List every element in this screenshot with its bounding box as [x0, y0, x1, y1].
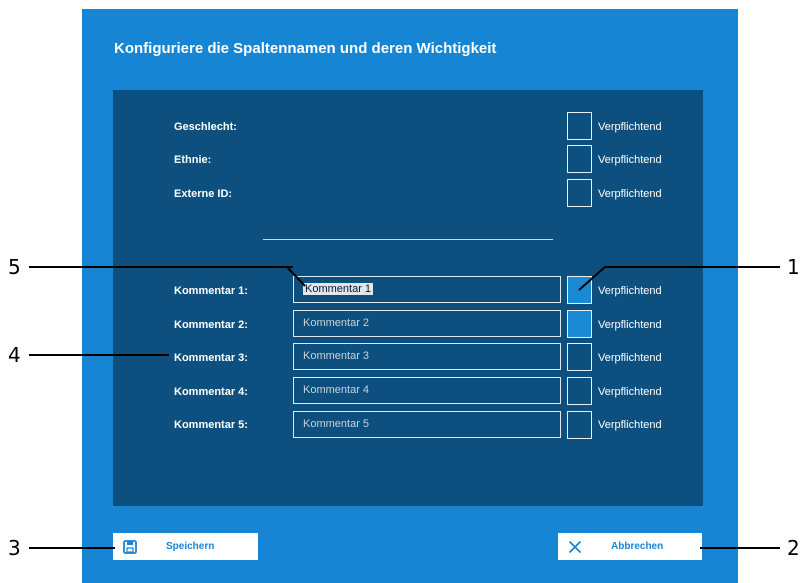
callout-line-5-diagonal: [286, 266, 306, 287]
checkbox-label-geschlecht: Verpflichtend: [598, 121, 662, 133]
dialog-title: Konfiguriere die Spaltennamen und deren …: [114, 40, 497, 57]
checkbox-label-kommentar-5: Verpflichtend: [598, 419, 662, 431]
callout-line-2: [700, 547, 780, 549]
checkbox-label-kommentar-4: Verpflichtend: [598, 386, 662, 398]
label-kommentar-4: Kommentar 4:: [174, 386, 248, 398]
label-ethnie: Ethnie:: [174, 154, 212, 166]
callout-2: 2: [787, 536, 800, 560]
section-divider: [263, 239, 553, 240]
checkbox-kommentar-5[interactable]: [567, 411, 592, 439]
checkbox-label-kommentar-1: Verpflichtend: [598, 285, 662, 297]
callout-line-1: [604, 266, 780, 268]
save-button[interactable]: Speichern: [113, 533, 258, 560]
checkbox-ethnie[interactable]: [567, 145, 592, 173]
callout-4: 4: [8, 343, 21, 367]
kommentar-4-input[interactable]: Kommentar 4: [293, 377, 561, 404]
cancel-button[interactable]: Abbrechen: [558, 533, 702, 560]
kommentar-3-input[interactable]: Kommentar 3: [293, 343, 561, 370]
kommentar-1-value: Kommentar 1: [303, 283, 374, 295]
kommentar-5-input[interactable]: Kommentar 5: [293, 411, 561, 438]
callout-line-5: [29, 266, 293, 268]
checkbox-kommentar-3[interactable]: [567, 343, 592, 371]
checkbox-kommentar-4[interactable]: [567, 377, 592, 405]
callout-3: 3: [8, 536, 21, 560]
checkbox-label-kommentar-2: Verpflichtend: [598, 319, 662, 331]
kommentar-1-input[interactable]: Kommentar 1: [293, 276, 561, 303]
label-kommentar-3: Kommentar 3:: [174, 352, 248, 364]
label-kommentar-1: Kommentar 1:: [174, 285, 248, 297]
checkbox-geschlecht[interactable]: [567, 112, 592, 140]
save-button-label: Speichern: [166, 541, 215, 552]
checkbox-label-externe-id: Verpflichtend: [598, 188, 662, 200]
checkbox-label-ethnie: Verpflichtend: [598, 154, 662, 166]
callout-1: 1: [787, 255, 800, 279]
cancel-button-label: Abbrechen: [611, 541, 664, 552]
close-icon: [568, 540, 582, 554]
callout-5: 5: [8, 255, 21, 279]
floppy-disk-icon: [123, 539, 137, 554]
checkbox-externe-id[interactable]: [567, 179, 592, 207]
label-externe-id: Externe ID:: [174, 188, 233, 200]
callout-line-4: [29, 354, 169, 356]
callout-line-1-diagonal: [578, 266, 606, 291]
checkbox-kommentar-2[interactable]: [567, 310, 592, 338]
label-kommentar-5: Kommentar 5:: [174, 419, 248, 431]
kommentar-2-input[interactable]: Kommentar 2: [293, 310, 561, 337]
label-kommentar-2: Kommentar 2:: [174, 319, 248, 331]
label-geschlecht: Geschlecht:: [174, 121, 237, 133]
callout-line-3: [29, 547, 115, 549]
checkbox-label-kommentar-3: Verpflichtend: [598, 352, 662, 364]
